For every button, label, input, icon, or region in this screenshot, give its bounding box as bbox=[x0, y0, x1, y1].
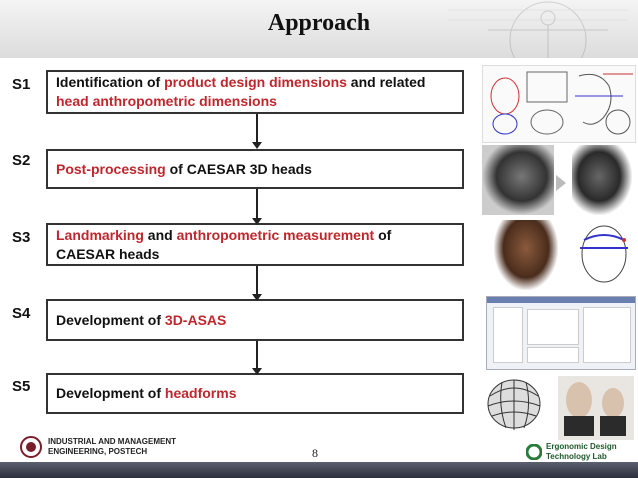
dimension-drawings-image bbox=[482, 65, 636, 143]
page-number: 8 bbox=[312, 446, 318, 460]
step-label-s2: S2 bbox=[12, 152, 31, 169]
step-plain-text: Development of bbox=[56, 311, 165, 328]
step-highlight-text: headforms bbox=[164, 385, 237, 401]
landmarking-image bbox=[482, 220, 634, 290]
step-box-s2: Post-processing of CAESAR 3D heads bbox=[46, 149, 464, 189]
step-plain-text: and related bbox=[346, 74, 426, 90]
postech-logo-icon bbox=[20, 436, 42, 458]
step-text: Development of 3D-ASAS bbox=[56, 311, 226, 330]
flow-arrow bbox=[252, 266, 262, 301]
flow-arrow bbox=[252, 114, 262, 149]
step-text: Post-processing of CAESAR 3D heads bbox=[56, 160, 312, 179]
step-box-s3: Landmarking and anthropometric measureme… bbox=[46, 223, 464, 266]
step-plain-text: Development of bbox=[56, 385, 165, 401]
step-label-s5: S5 bbox=[12, 378, 31, 395]
institution-line2: ENGINEERING, POSTECH bbox=[48, 447, 148, 456]
flow-arrow bbox=[252, 189, 262, 225]
3d-asas-software-image bbox=[486, 296, 636, 370]
step-highlight-text: product design dimensions bbox=[164, 74, 347, 90]
step-label-s1: S1 bbox=[12, 76, 31, 93]
step-label-s3: S3 bbox=[12, 229, 31, 246]
step-highlight-text: head anthropometric dimensions bbox=[56, 93, 277, 109]
lab-line1: Ergonomic Design bbox=[546, 442, 617, 451]
step-box-s4: Development of 3D-ASAS bbox=[46, 299, 464, 341]
head-processing-image bbox=[482, 145, 634, 215]
step-box-s5: Development of headforms bbox=[46, 373, 464, 414]
step-highlight-text: Landmarking bbox=[56, 226, 144, 243]
step-label-s4: S4 bbox=[12, 305, 31, 322]
step-highlight-text: Post-processing bbox=[56, 160, 166, 177]
step-text: Identification of product design dimensi… bbox=[56, 73, 454, 111]
lab-line2: Technology Lab bbox=[546, 452, 607, 461]
step-text: Development of headforms bbox=[56, 384, 236, 403]
lab-footer: Ergonomic Design Technology Lab bbox=[526, 442, 617, 462]
step-plain-text: Identification of bbox=[56, 74, 165, 90]
footer-bar bbox=[0, 462, 638, 478]
step-highlight-text: anthropometric measurement bbox=[176, 226, 375, 243]
step-text: Landmarking and anthropometric measureme… bbox=[56, 226, 454, 264]
institution-line1: INDUSTRIAL AND MANAGEMENT bbox=[48, 437, 176, 446]
step-plain-text: of CAESAR 3D heads bbox=[165, 160, 312, 177]
institution-footer: INDUSTRIAL AND MANAGEMENT ENGINEERING, P… bbox=[20, 436, 176, 458]
slide-title: Approach bbox=[267, 10, 371, 36]
slide-header: Approach bbox=[0, 0, 638, 58]
step-box-s1: Identification of product design dimensi… bbox=[46, 70, 464, 114]
ergonomic-lab-logo-icon bbox=[526, 444, 542, 460]
step-highlight-text: 3D-ASAS bbox=[164, 311, 227, 328]
headforms-image bbox=[482, 376, 634, 440]
flow-arrow bbox=[252, 341, 262, 375]
step-plain-text: and bbox=[143, 226, 177, 243]
